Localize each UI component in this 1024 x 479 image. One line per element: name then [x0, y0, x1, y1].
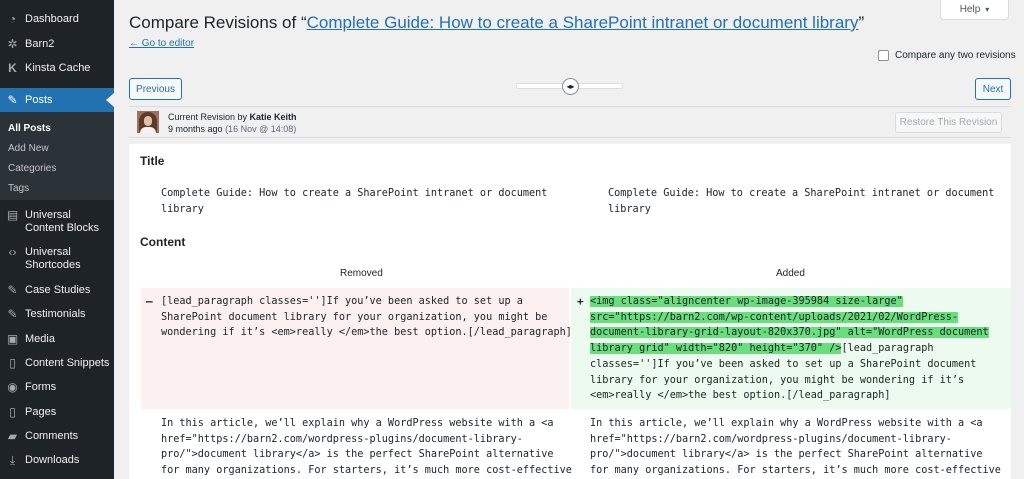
sidebar-item-label: Case Studies	[25, 284, 91, 296]
caret-down-icon: ▾	[985, 5, 990, 14]
title-section-heading: Title	[140, 154, 165, 168]
removed-sign: –	[146, 295, 153, 308]
sidebar-item-label: Pages	[25, 406, 57, 418]
sidebar-item-testimonials[interactable]: ✎ Testimonials	[0, 308, 114, 321]
post-title-link[interactable]: Complete Guide: How to create a SharePoi…	[307, 13, 859, 32]
compare-any-checkbox[interactable]	[878, 50, 889, 61]
title-diff-left: Complete Guide: How to create a SharePoi…	[161, 188, 548, 215]
sidebar-item-pages[interactable]: ▯ Pages	[0, 406, 114, 419]
comment-icon: ▰	[7, 429, 18, 443]
added-highlight-line: src="https://barn2.com/wp-content/upload…	[590, 311, 959, 323]
next-button[interactable]: Next	[975, 78, 1011, 100]
submenu-categories[interactable]: Categories	[8, 163, 56, 174]
admin-sidebar: ◔ Dashboard ✲ Barn2 K Kinsta Cache ✎ Pos…	[0, 0, 114, 479]
revision-date-line: 9 months ago (16 Nov @ 14:08)	[168, 124, 296, 134]
sidebar-item-case-studies[interactable]: ✎ Case Studies	[0, 284, 114, 297]
previous-button[interactable]: Previous	[129, 78, 182, 100]
revision-date: (16 Nov @ 14:08)	[225, 124, 297, 134]
sidebar-item-downloads[interactable]: ⤓ Downloads	[0, 454, 114, 467]
posts-submenu: All Posts Add New Categories Tags	[0, 112, 114, 200]
submenu-tags[interactable]: Tags	[8, 183, 29, 194]
help-label: Help	[959, 4, 981, 15]
sidebar-item-label: Kinsta Cache	[25, 62, 91, 74]
go-to-editor-link[interactable]: ← Go to editor	[129, 38, 194, 49]
sidebar-item-label: Posts	[25, 93, 53, 106]
pin-icon: ✎	[7, 283, 18, 297]
dashboard-icon: ◔	[8, 12, 17, 26]
removed-column-header: Removed	[340, 268, 383, 279]
sidebar-item-dashboard[interactable]: ◔ Dashboard	[0, 13, 114, 26]
sidebar-item-content-snippets[interactable]: ▯ Content Snippets	[0, 357, 114, 370]
avatar	[137, 111, 159, 133]
revision-time-ago: 9 months ago	[168, 124, 223, 134]
sidebar-item-label: Media	[25, 333, 55, 345]
kinsta-icon: K	[8, 61, 17, 75]
sidebar-item-barn2[interactable]: ✲ Barn2	[0, 38, 114, 51]
added-after-highlight: [lead_paragraph	[841, 343, 934, 355]
page-icon: ▯	[9, 405, 16, 419]
forms-icon: ◉	[7, 380, 18, 394]
sidebar-item-universal-shortcodes[interactable]: ‹› Universal Shortcodes	[0, 246, 112, 272]
context-left: In this article, we’ll explain why a Wor…	[161, 418, 572, 477]
sidebar-item-label: Universal Shortcodes	[25, 246, 81, 271]
page-title: Compare Revisions of “Complete Guide: Ho…	[129, 13, 864, 33]
removed-text: [lead_paragraph classes='']If you’ve bee…	[161, 296, 572, 339]
added-highlight-line: library grid" width="820" height="370" /…	[590, 343, 842, 355]
sidebar-item-label: Barn2	[25, 38, 55, 50]
added-highlight-line: <img class="aligncenter wp-image-395984 …	[590, 296, 903, 307]
added-text: <img class="aligncenter wp-image-395984 …	[590, 294, 989, 404]
arrows-horizontal-icon: ◂▸	[566, 82, 575, 91]
blocks-icon: ▤	[6, 208, 19, 222]
compare-any-label: Compare any two revisions	[895, 50, 1016, 61]
sidebar-item-label: Downloads	[25, 454, 80, 466]
sidebar-item-label: Universal Content Blocks	[25, 209, 99, 234]
pin-icon: ✎	[7, 92, 18, 107]
submenu-add-new[interactable]: Add New	[8, 143, 49, 154]
download-icon: ⤓	[9, 453, 16, 467]
sidebar-item-comments[interactable]: ▰ Comments	[0, 430, 114, 443]
shortcode-icon: ‹›	[8, 245, 17, 259]
added-rest: classes='']If you’ve been asked to set u…	[590, 358, 977, 402]
sidebar-item-forms[interactable]: ◉ Forms	[0, 381, 114, 394]
page-title-suffix: ”	[858, 13, 865, 32]
added-highlight-line: document-library-grid-layout-820x370.jpg…	[590, 327, 989, 339]
revision-author: Katie Keith	[249, 112, 297, 122]
page-icon: ▯	[9, 356, 16, 370]
sidebar-item-universal-content-blocks[interactable]: ▤ Universal Content Blocks	[0, 209, 112, 235]
help-button[interactable]: Help ▾	[940, 0, 1009, 20]
added-sign: +	[577, 295, 584, 308]
compare-any-toggle[interactable]: Compare any two revisions	[878, 50, 1016, 61]
sidebar-item-label: Dashboard	[25, 13, 79, 25]
restore-revision-button[interactable]: Restore This Revision	[895, 112, 1002, 133]
context-right: In this article, we’ll explain why a Wor…	[590, 418, 1001, 477]
title-diff-right: Complete Guide: How to create a SharePoi…	[608, 188, 995, 215]
revision-slider-handle[interactable]: ◂▸	[562, 78, 579, 95]
submenu-all-posts[interactable]: All Posts	[8, 123, 51, 134]
sidebar-item-media[interactable]: ▣ Media	[0, 333, 114, 346]
revision-author-line: Current Revision by Katie Keith	[168, 112, 297, 122]
gear-icon: ✲	[7, 37, 18, 51]
pin-icon: ✎	[7, 307, 18, 321]
sidebar-item-label: Content Snippets	[25, 357, 110, 369]
page-title-prefix: Compare Revisions of “	[129, 13, 307, 32]
sidebar-item-label: Forms	[25, 381, 57, 393]
current-revision-label: Current Revision by	[168, 112, 248, 122]
sidebar-item-label: Comments	[25, 430, 79, 442]
sidebar-item-label: Testimonials	[25, 308, 86, 320]
added-column-header: Added	[776, 268, 805, 279]
sidebar-item-kinsta-cache[interactable]: K Kinsta Cache	[0, 62, 114, 75]
content-section-heading: Content	[140, 235, 186, 249]
media-icon: ▣	[6, 332, 19, 346]
sidebar-item-posts[interactable]: ✎ Posts	[0, 88, 114, 112]
